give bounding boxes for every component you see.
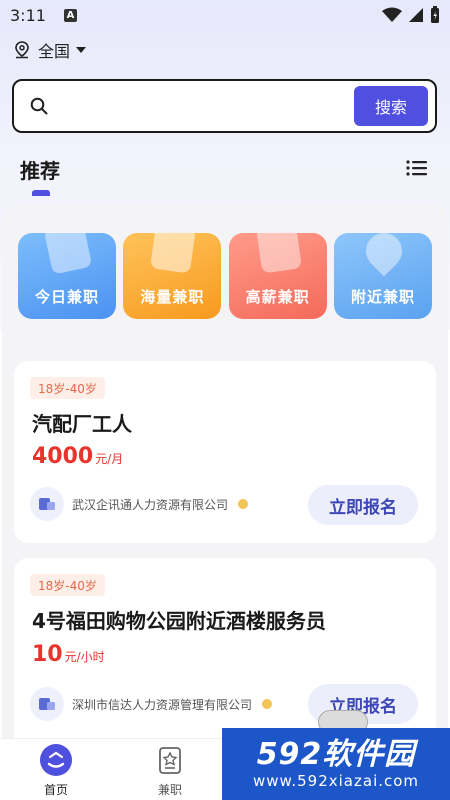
salary-amount: 4000 <box>32 444 94 469</box>
tab-label: 兼职 <box>157 783 182 797</box>
salary-amount: 10 <box>32 642 63 667</box>
location-label: 全国 <box>38 42 71 61</box>
company-name: 武汉企讯通人力资源有限公司 <box>72 497 229 512</box>
signal-icon <box>409 8 423 22</box>
search-input[interactable] <box>56 86 354 126</box>
phone-illustration-icon <box>43 233 93 275</box>
age-tag: 18岁-40岁 <box>30 574 105 596</box>
category-label: 高薪兼职 <box>245 288 310 306</box>
company-info: 武汉企讯通人力资源有限公司 <box>30 487 249 521</box>
wifi-icon <box>382 7 402 22</box>
category-nearby[interactable]: 附近兼职 <box>333 233 432 319</box>
watermark-url: www.592xiazai.com <box>252 772 420 790</box>
watermark-logo: 592软件园 www.592xiazai.com <box>222 728 450 800</box>
company-info: 深圳市信达人力资源管理有限公司 <box>30 687 273 721</box>
caret-down-icon <box>76 47 87 53</box>
search-icon <box>30 97 48 115</box>
tab-parttime[interactable]: 兼职 <box>140 743 200 798</box>
battery-icon <box>431 6 439 23</box>
company-logo-icon <box>30 487 64 521</box>
company-logo-icon <box>30 687 64 721</box>
job-title: 汽配厂工人 <box>32 412 132 436</box>
category-label: 附近兼职 <box>350 288 415 306</box>
apply-button[interactable]: 立即报名 <box>308 485 418 525</box>
map-pin-illustration-icon <box>358 233 410 277</box>
salary-unit: 元/小时 <box>64 650 105 664</box>
notification-a-icon: A <box>63 8 77 22</box>
location-selector[interactable]: 全国 <box>14 38 87 62</box>
status-time: 3:11 <box>10 5 46 25</box>
job-title: 4号福田购物公园附近酒楼服务员 <box>32 609 326 633</box>
category-row: 今日兼职 海量兼职 高薪兼职 附近兼职 <box>18 233 432 319</box>
section-title-indicator <box>32 190 50 196</box>
company-name: 深圳市信达人力资源管理有限公司 <box>72 697 253 712</box>
category-label: 海量兼职 <box>140 288 205 306</box>
verified-icon <box>238 499 249 509</box>
tab-label: 首页 <box>43 783 68 797</box>
search-bar: 搜索 <box>12 79 437 133</box>
salary-unit: 元/月 <box>95 452 124 466</box>
home-icon <box>40 744 72 776</box>
category-today[interactable]: 今日兼职 <box>18 233 116 319</box>
location-pin-icon <box>15 41 29 59</box>
age-tag: 18岁-40岁 <box>30 377 105 399</box>
job-salary: 10 元/小时 <box>32 642 105 667</box>
job-card[interactable]: 18岁-40岁 汽配厂工人 4000 元/月 武汉企讯通人力资源有限公司 立即报名 <box>14 361 436 543</box>
tab-home[interactable]: 首页 <box>26 743 86 798</box>
search-button[interactable]: 搜索 <box>354 86 428 126</box>
job-salary: 4000 元/月 <box>32 444 123 469</box>
status-bar: 3:11 A <box>0 0 450 30</box>
clipboard-illustration-icon <box>150 233 197 274</box>
list-menu-icon[interactable] <box>405 158 429 178</box>
status-icons <box>382 6 440 24</box>
category-label: 今日兼职 <box>34 288 99 306</box>
category-high-pay[interactable]: 高薪兼职 <box>228 233 327 319</box>
category-massive[interactable]: 海量兼职 <box>123 233 222 319</box>
money-illustration-icon <box>255 233 302 274</box>
watermark-text: 592软件园 <box>256 737 416 772</box>
verified-icon <box>262 699 273 709</box>
parttime-icon <box>159 747 181 774</box>
section-title: 推荐 <box>20 159 60 183</box>
